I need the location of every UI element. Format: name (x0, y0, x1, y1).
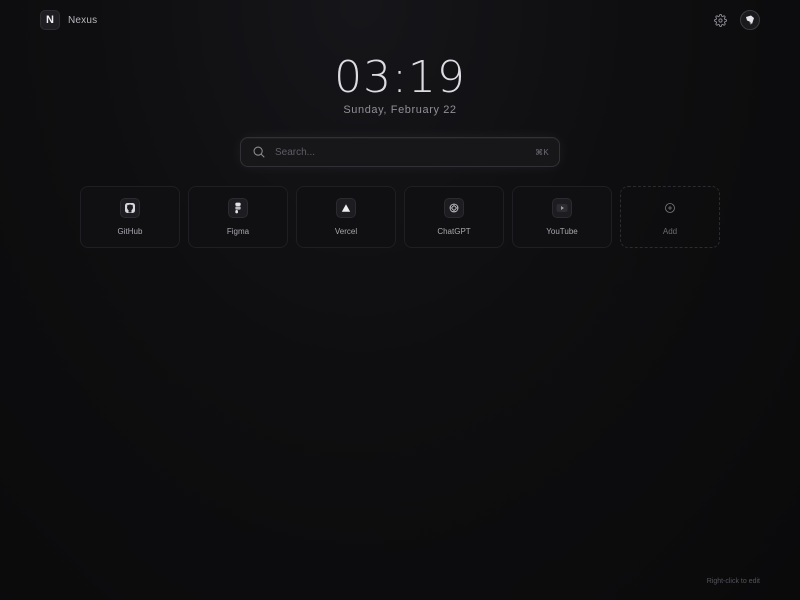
settings-button[interactable] (710, 10, 730, 30)
header-actions (710, 10, 760, 30)
shortcut-grid: GitHub Figma Vercel ChatGPT YouTube Add (80, 186, 720, 248)
tile-label: Vercel (334, 227, 358, 236)
tile-label: GitHub (117, 227, 143, 236)
youtube-icon (552, 198, 572, 218)
shortcut-tile-chatgpt[interactable]: ChatGPT (404, 186, 504, 248)
search-shortcut: ⌘K (535, 147, 549, 157)
logo-mark: N (40, 10, 60, 30)
avatar-icon (746, 15, 754, 25)
tile-label: Figma (226, 227, 250, 236)
app-logo[interactable]: N Nexus (40, 10, 97, 30)
vercel-icon (336, 198, 356, 218)
add-shortcut-button[interactable]: Add (620, 186, 720, 248)
plus-circle-icon (660, 198, 680, 218)
chatgpt-icon (444, 198, 464, 218)
tile-label: YouTube (546, 227, 578, 236)
figma-icon (228, 198, 248, 218)
shortcut-tile-vercel[interactable]: Vercel (296, 186, 396, 248)
add-label: Add (662, 227, 678, 236)
search-bar[interactable]: ⌘K (240, 137, 560, 167)
edit-hint: Right-click to edit (706, 578, 760, 585)
avatar-button[interactable] (740, 10, 760, 30)
github-icon (120, 198, 140, 218)
gear-icon (713, 13, 727, 27)
tile-label: ChatGPT (437, 227, 471, 236)
shortcut-tile-youtube[interactable]: YouTube (512, 186, 612, 248)
clock-date: Sunday, February 22 (343, 104, 457, 116)
search-input[interactable] (275, 146, 536, 158)
shortcut-tile-github[interactable]: GitHub (80, 186, 180, 248)
shortcut-tile-figma[interactable]: Figma (188, 186, 288, 248)
search-icon (251, 144, 267, 160)
clock-time: 03:19 (334, 52, 466, 103)
app-name: Nexus (68, 14, 98, 26)
